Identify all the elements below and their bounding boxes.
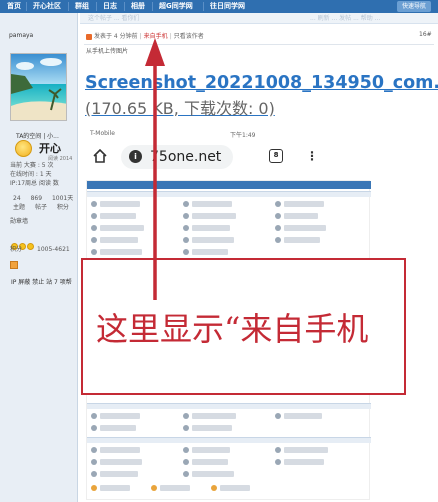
sub-header: 这个帖子 ... 看你们 ... 刷新 ... 发帖 ... 帮助 ... <box>80 13 438 24</box>
mini-row <box>91 201 367 208</box>
upload-note: 从手机上传图片 <box>86 48 129 55</box>
mini-row <box>91 485 367 492</box>
phone-status-bar: T-Mobile 下午1:49 <box>90 130 390 140</box>
mini-section <box>87 191 371 197</box>
nav-classmates-g[interactable]: 超G同学网 <box>159 1 193 12</box>
home-icon[interactable] <box>10 261 18 269</box>
nav-divider <box>203 2 204 11</box>
nav-divider <box>96 2 97 11</box>
medal-icon[interactable] <box>27 243 34 250</box>
nav-divider <box>26 2 27 11</box>
tabs-count-icon[interactable]: 8 <box>269 149 283 163</box>
browser-toolbar: i 75one.net 8 ⋮ <box>86 143 386 171</box>
info-icon[interactable]: i <box>129 150 142 163</box>
space-link[interactable]: TA的空间 | 小... <box>16 131 59 140</box>
carrier-label: T-Mobile <box>90 130 115 137</box>
annotation-text: 这里显示“来自手机 <box>96 310 369 348</box>
attachment-filename[interactable]: Screenshot_20221008_134950_com.android.c… <box>85 73 438 93</box>
stat-line: 当前 大赛 : 5 次 <box>10 162 54 169</box>
count-topics[interactable]: 24 <box>13 195 21 202</box>
nav-divider <box>68 2 69 11</box>
score-label: 积分 <box>10 246 23 253</box>
count-points[interactable]: 1001天 <box>52 193 73 202</box>
phone-badge-icon <box>86 33 92 40</box>
url-bar[interactable]: i 75one.net <box>121 145 233 169</box>
medal-label: 勋章墙 <box>10 218 29 225</box>
attachment-size: (170.65 KB, 下载次数: 0) <box>85 99 275 118</box>
count-posts[interactable]: 869 <box>31 195 42 202</box>
mood-sub: 阅读 2014 <box>48 156 73 162</box>
mini-row <box>91 237 367 244</box>
mini-row <box>91 225 367 232</box>
score-value: 1005-4621 <box>37 246 70 253</box>
nav-blog[interactable]: 日志 <box>103 1 117 12</box>
url-text: 75one.net <box>150 149 222 165</box>
forum-page: 首页 开心社区 群组 日志 相册 超G同学网 往日同学网 快速导航 这个帖子 .… <box>0 0 438 502</box>
user-counts: 24 869 1001天 <box>13 193 81 202</box>
quick-nav-button[interactable]: 快速导航 <box>397 1 431 12</box>
top-nav: 首页 开心社区 群组 日志 相册 超G同学网 往日同学网 快速导航 <box>0 0 438 13</box>
label-points: 积分 <box>56 204 69 211</box>
subbar-right-text: ... 刷新 ... 发帖 ... 帮助 ... <box>310 15 381 22</box>
mood-label: 开心 <box>39 142 61 155</box>
user-count-labels: 主题 帖子 积分 <box>13 202 77 211</box>
nav-community[interactable]: 开心社区 <box>33 1 61 12</box>
nav-classmates-old[interactable]: 往日同学网 <box>210 1 245 12</box>
home-icon[interactable] <box>93 149 107 163</box>
avatar[interactable] <box>10 53 67 121</box>
mini-row <box>91 249 367 256</box>
post-time: 发表于 4 分钟前 <box>94 33 138 40</box>
label-posts: 帖子 <box>34 204 47 211</box>
subbar-left-text: 这个帖子 ... 看你们 <box>88 15 140 22</box>
floor-number[interactable]: 16# <box>419 31 432 38</box>
only-author-link[interactable]: 只看该作者 <box>174 33 204 40</box>
attachment-link[interactable]: Screenshot_20221008_134950_com.android.c… <box>85 71 438 122</box>
nav-groups[interactable]: 群组 <box>75 1 89 12</box>
user-sidebar: pamaya TA的空间 | 小... 开心 阅读 2014 当前 大赛: 5… <box>0 13 78 502</box>
mini-row <box>91 413 367 420</box>
divider <box>84 44 434 45</box>
mini-row <box>91 459 367 466</box>
smiley-icon <box>15 140 32 157</box>
nav-home[interactable]: 首页 <box>7 1 21 12</box>
moderation-links[interactable]: IP 屏蔽 禁止 站 7 项帮 <box>11 277 72 286</box>
nav-divider <box>152 2 153 11</box>
label-topics: 主题 <box>13 204 26 211</box>
phone-time: 下午1:49 <box>230 132 256 139</box>
mini-nav <box>87 181 371 189</box>
post-meta: 发表于 4 分钟前 | 来自手机 | 只看该作者 <box>86 31 204 40</box>
from-mobile-label[interactable]: 来自手机 <box>144 33 168 40</box>
mini-row <box>91 447 367 454</box>
nav-album[interactable]: 相册 <box>131 1 145 12</box>
nav-divider <box>124 2 125 11</box>
mini-section <box>87 403 371 409</box>
stat-line: 在线时间 : 1 天 <box>10 171 52 178</box>
more-menu-icon[interactable]: ⋮ <box>306 150 318 162</box>
beach-avatar-image <box>11 54 66 120</box>
mini-row <box>91 425 367 432</box>
username[interactable]: pamaya <box>9 32 33 39</box>
mini-row <box>91 213 367 220</box>
stat-line: IP:17周总 阅读 数 <box>10 180 59 187</box>
mini-section <box>87 437 371 443</box>
mini-row <box>91 471 367 478</box>
